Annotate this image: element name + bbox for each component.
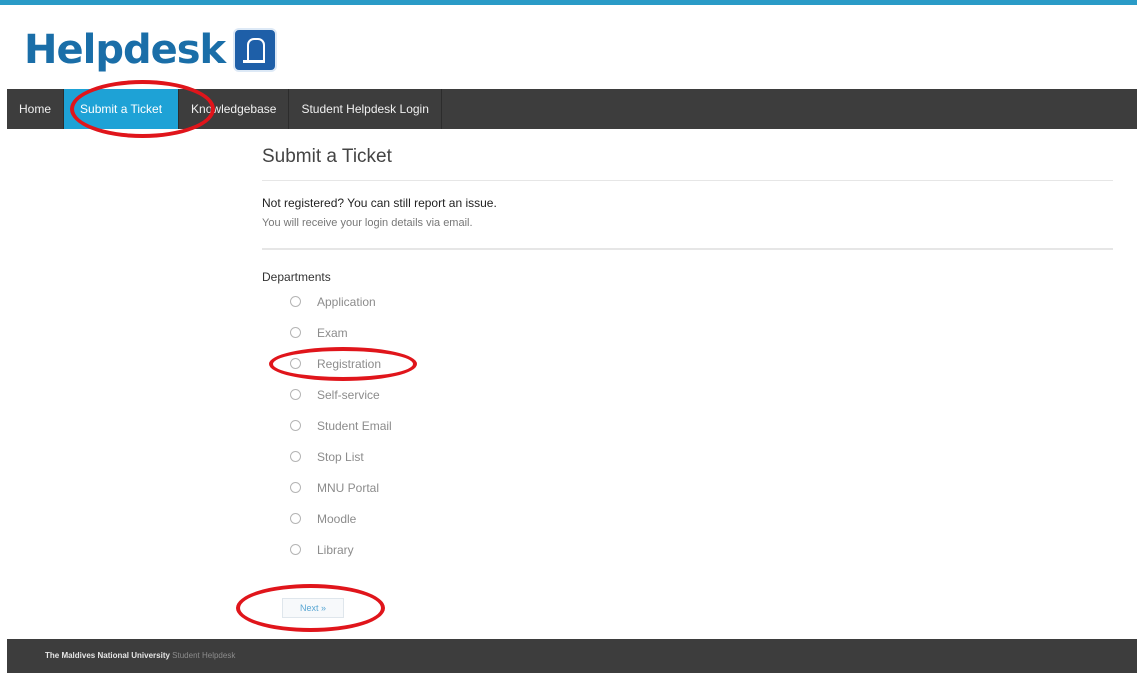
radio-button[interactable] bbox=[290, 358, 301, 369]
department-label: Registration bbox=[317, 356, 382, 371]
notice-title: Not registered? You can still report an … bbox=[262, 196, 497, 210]
nav-student-helpdesk-login[interactable]: Student Helpdesk Login bbox=[289, 89, 442, 129]
notice-subtitle: You will receive your login details via … bbox=[262, 217, 473, 229]
departments-label: Departments bbox=[262, 270, 331, 284]
department-label: Student Email bbox=[317, 418, 392, 433]
department-option-stop-list[interactable]: Stop List bbox=[282, 441, 422, 472]
department-label: Exam bbox=[317, 325, 348, 340]
department-option-student-email[interactable]: Student Email bbox=[282, 410, 422, 441]
main-nav: Home Submit a Ticket Knowledgebase Stude… bbox=[7, 89, 1137, 129]
next-button[interactable]: Next » bbox=[282, 598, 344, 618]
department-option-self-service[interactable]: Self-service bbox=[282, 379, 422, 410]
registration-notice: Not registered? You can still report an … bbox=[262, 181, 1113, 250]
university-emblem-icon bbox=[233, 28, 278, 72]
radio-button[interactable] bbox=[290, 420, 301, 431]
radio-button[interactable] bbox=[290, 513, 301, 524]
department-option-library[interactable]: Library bbox=[282, 534, 422, 565]
department-option-mnu-portal[interactable]: MNU Portal bbox=[282, 472, 422, 503]
department-option-exam[interactable]: Exam bbox=[282, 317, 422, 348]
department-label: Application bbox=[317, 294, 376, 309]
radio-button[interactable] bbox=[290, 482, 301, 493]
footer: The Maldives National University Student… bbox=[7, 639, 1137, 673]
department-list: Application Exam Registration Self-servi… bbox=[282, 286, 422, 565]
department-option-moodle[interactable]: Moodle bbox=[282, 503, 422, 534]
main-content: Submit a Ticket Not registered? You can … bbox=[262, 140, 1113, 557]
radio-button[interactable] bbox=[290, 327, 301, 338]
logo-text: Helpdesk bbox=[24, 27, 226, 73]
page-title: Submit a Ticket bbox=[262, 140, 1113, 181]
department-label: Moodle bbox=[317, 511, 357, 526]
helpdesk-logo[interactable]: Helpdesk bbox=[24, 20, 278, 80]
department-option-application[interactable]: Application bbox=[282, 286, 422, 317]
department-label: Stop List bbox=[317, 449, 364, 464]
footer-suffix: Student Helpdesk bbox=[172, 651, 236, 660]
nav-submit-ticket[interactable]: Submit a Ticket bbox=[64, 89, 180, 129]
department-label: Library bbox=[317, 542, 354, 557]
department-label: Self-service bbox=[317, 387, 380, 402]
nav-knowledgebase[interactable]: Knowledgebase bbox=[179, 89, 290, 129]
radio-button[interactable] bbox=[290, 296, 301, 307]
department-option-registration[interactable]: Registration bbox=[282, 348, 422, 379]
radio-button[interactable] bbox=[290, 544, 301, 555]
footer-org: The Maldives National University bbox=[45, 651, 170, 660]
radio-button[interactable] bbox=[290, 389, 301, 400]
nav-home[interactable]: Home bbox=[7, 89, 65, 129]
top-accent-line bbox=[0, 0, 1137, 5]
radio-button[interactable] bbox=[290, 451, 301, 462]
department-label: MNU Portal bbox=[317, 480, 380, 495]
